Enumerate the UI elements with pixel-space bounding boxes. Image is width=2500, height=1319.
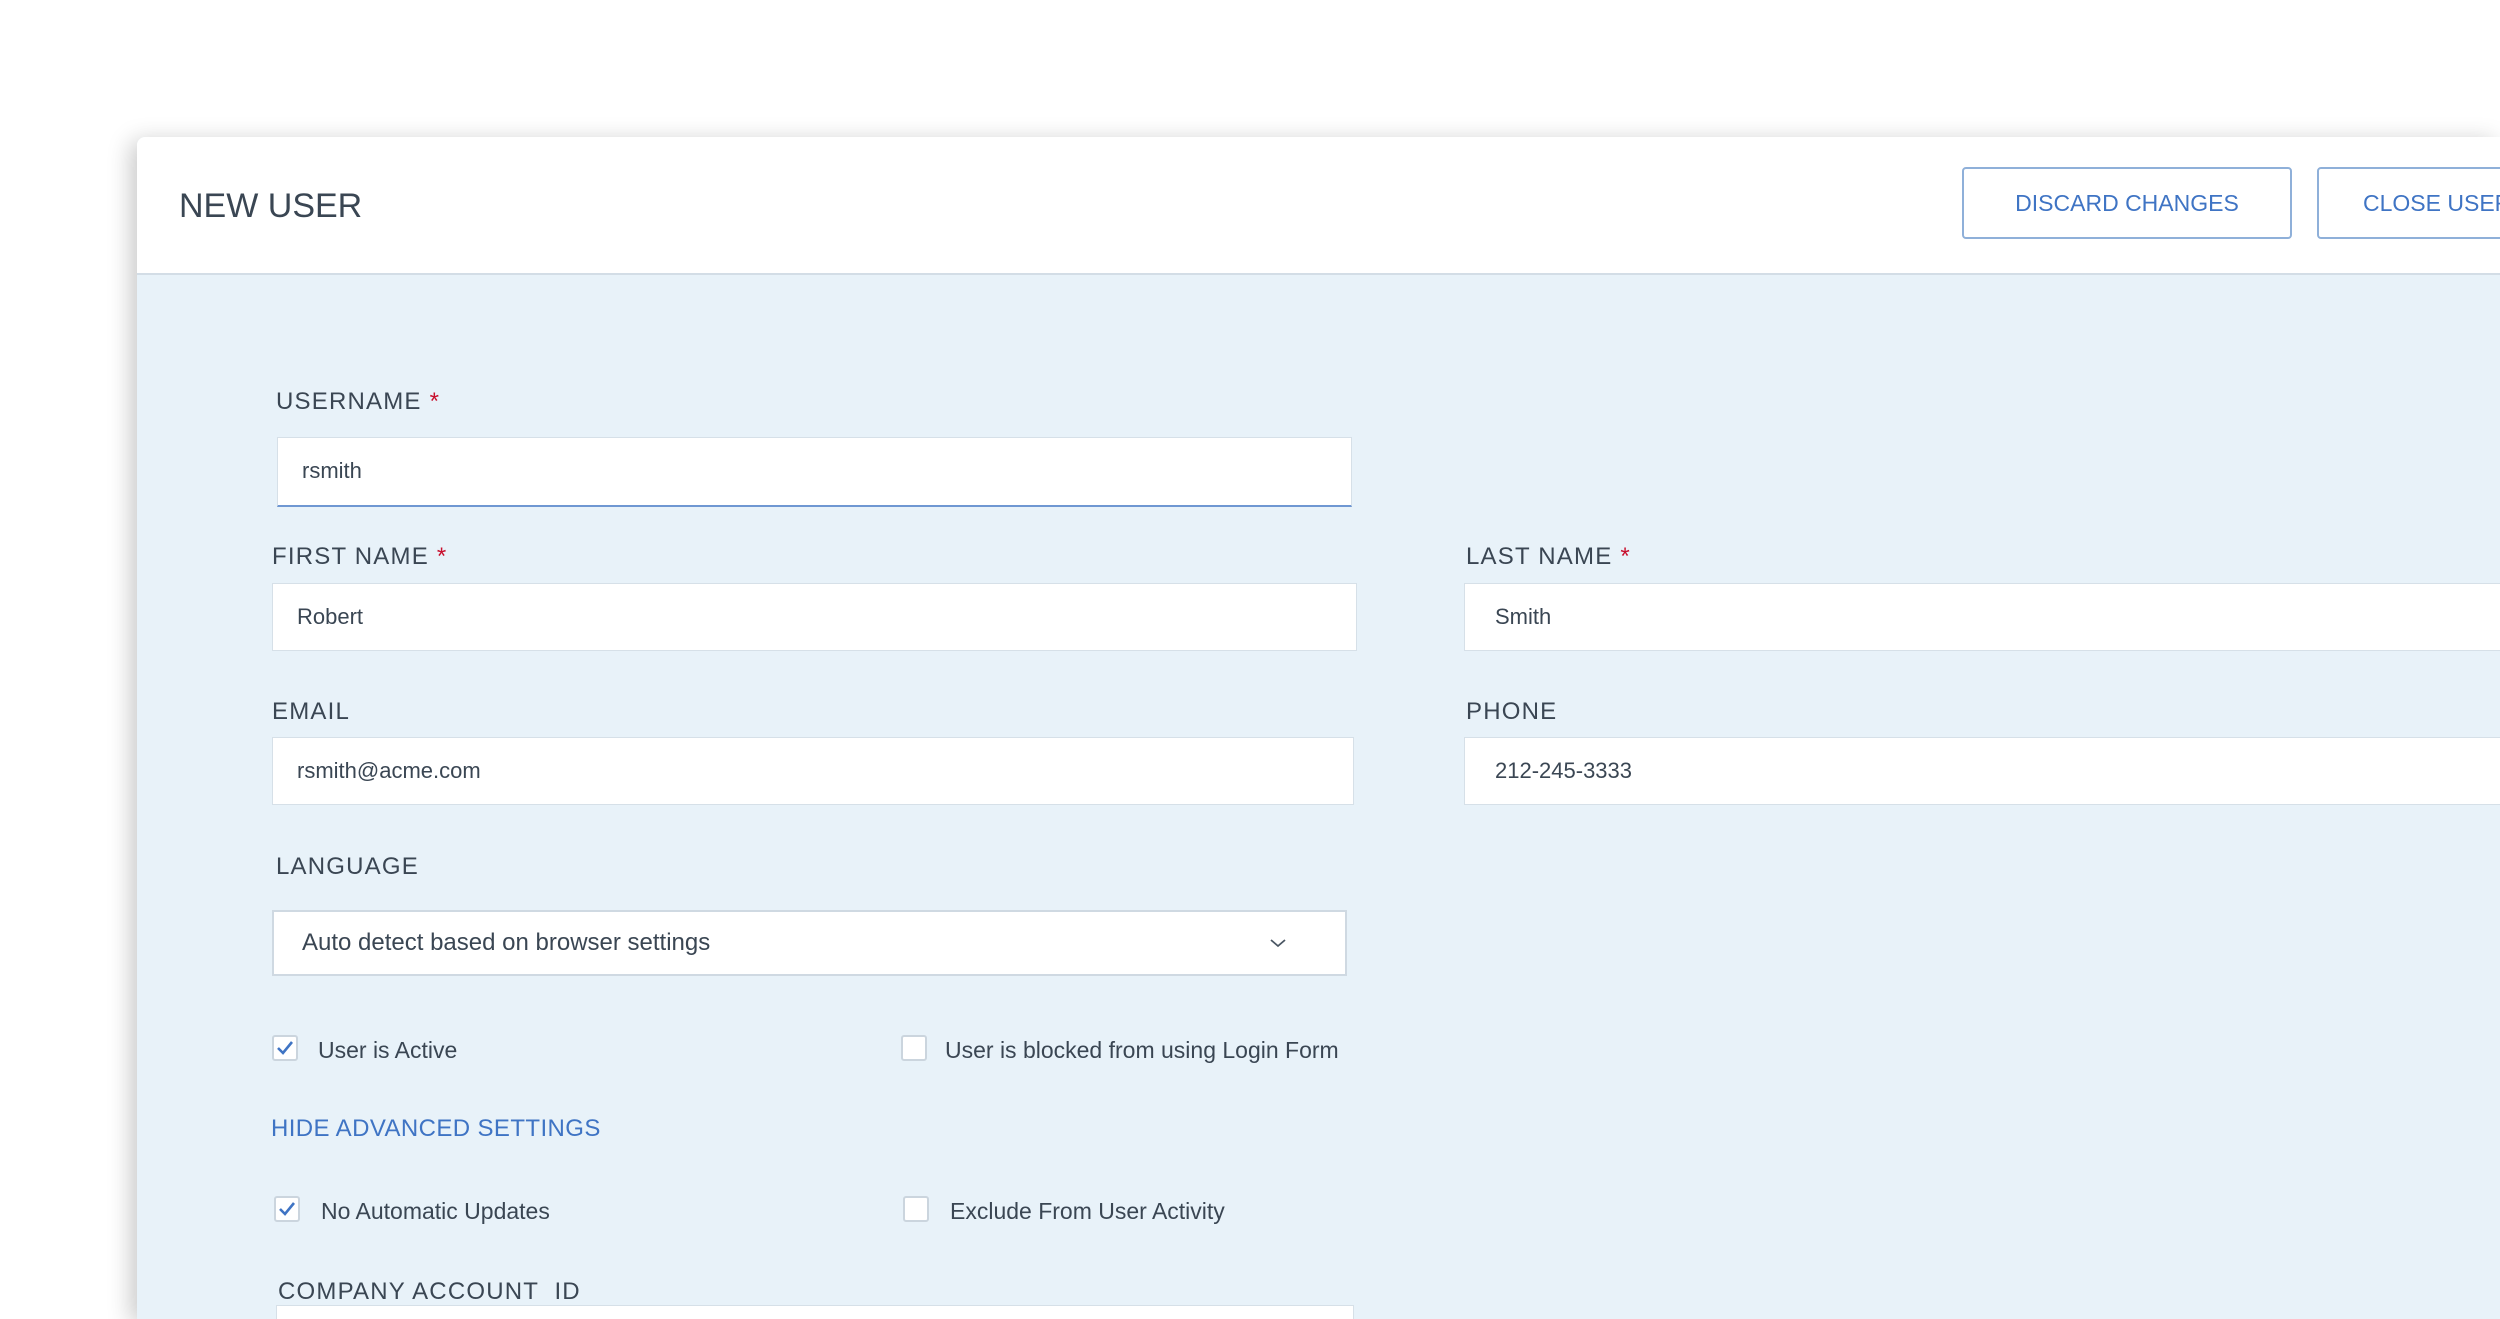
language-selected-value: Auto detect based on browser settings [302, 929, 711, 956]
exclude-user-activity-checkbox[interactable] [903, 1196, 929, 1222]
email-label: EMAIL [272, 698, 351, 725]
first-name-label: FIRST NAME * [272, 543, 447, 571]
phone-input[interactable]: 212-245-3333 [1464, 737, 2500, 805]
last-name-label-text: LAST NAME [1466, 543, 1613, 570]
last-name-input[interactable]: Smith [1464, 583, 2500, 651]
username-label-text: USERNAME [276, 388, 422, 415]
checkmark-icon [277, 1041, 294, 1055]
user-active-label: User is Active [318, 1037, 458, 1063]
panel-header: NEW USER DISCARD CHANGES CLOSE USER [137, 137, 2500, 275]
new-user-panel: NEW USER DISCARD CHANGES CLOSE USER USER… [137, 137, 2500, 1319]
discard-changes-button[interactable]: DISCARD CHANGES [1962, 167, 2292, 239]
first-name-label-text: FIRST NAME [272, 543, 429, 570]
language-select[interactable]: Auto detect based on browser settings [272, 910, 1347, 976]
language-label: LANGUAGE [276, 853, 419, 880]
username-label: USERNAME * [276, 388, 440, 416]
email-input[interactable]: rsmith@acme.com [272, 737, 1354, 805]
checkmark-icon [279, 1202, 296, 1216]
user-active-checkbox[interactable] [272, 1035, 298, 1061]
blocked-login-checkbox[interactable] [901, 1035, 927, 1061]
company-account-id-label: COMPANY ACCOUNT ID [278, 1278, 581, 1305]
last-name-label: LAST NAME * [1466, 543, 1631, 571]
first-name-input[interactable]: Robert [272, 583, 1357, 651]
exclude-user-activity-label: Exclude From User Activity [950, 1198, 1225, 1224]
close-user-button[interactable]: CLOSE USER [2317, 167, 2500, 239]
company-account-id-input[interactable] [276, 1305, 1354, 1319]
hide-advanced-settings-link[interactable]: HIDE ADVANCED SETTINGS [271, 1115, 601, 1143]
chevron-down-icon [1270, 939, 1286, 948]
required-marker: * [429, 388, 441, 415]
required-marker: * [1620, 543, 1631, 570]
no-automatic-updates-checkbox[interactable] [274, 1196, 300, 1222]
phone-label: PHONE [1466, 698, 1558, 725]
username-input[interactable]: rsmith [277, 437, 1352, 507]
blocked-login-label: User is blocked from using Login Form [945, 1037, 1339, 1063]
page-title: NEW USER [179, 187, 363, 225]
no-automatic-updates-label: No Automatic Updates [321, 1198, 550, 1224]
required-marker: * [436, 543, 448, 570]
